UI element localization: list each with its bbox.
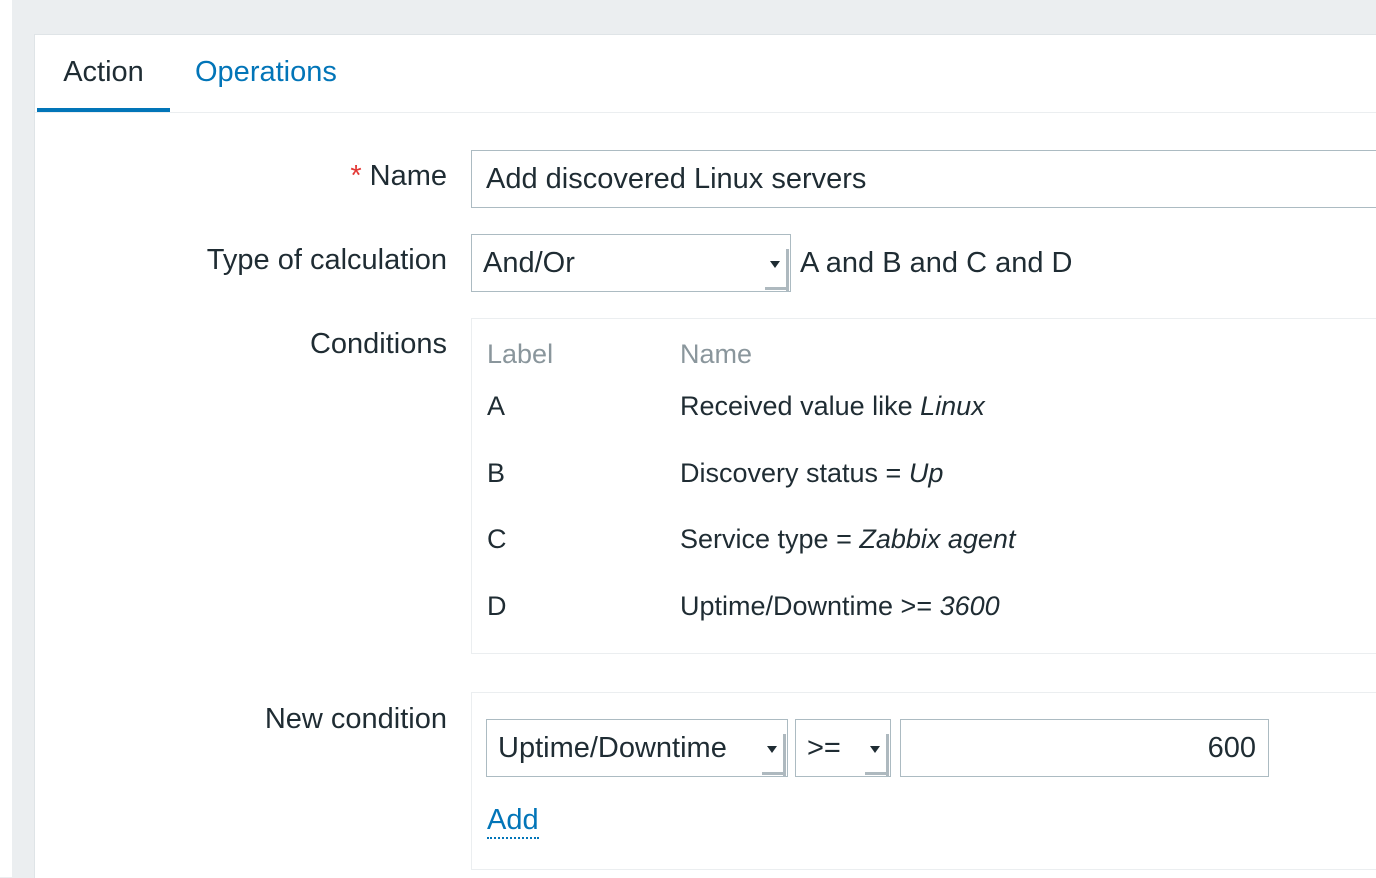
type-of-calculation-label: Type of calculation bbox=[206, 244, 447, 276]
conditions-label: Conditions bbox=[309, 328, 447, 360]
select-shadow bbox=[783, 734, 786, 776]
condition-name-text: Received value like bbox=[680, 391, 921, 421]
chevron-down-icon bbox=[770, 261, 780, 268]
name-label-text: Name bbox=[369, 160, 447, 192]
calculation-type-select[interactable]: And/Or bbox=[471, 234, 791, 292]
select-shadow bbox=[762, 772, 786, 775]
condition-label: B bbox=[487, 458, 506, 488]
condition-name: Uptime/Downtime >= 3600 bbox=[680, 591, 1000, 622]
page-left-edge bbox=[0, 0, 12, 877]
tab-action[interactable]: Action bbox=[37, 35, 170, 112]
condition-name-text: Discovery status = bbox=[680, 458, 909, 488]
condition-type-value: Uptime/Downtime bbox=[498, 732, 727, 764]
condition-value: 3600 bbox=[939, 591, 1000, 621]
select-shadow bbox=[865, 772, 889, 775]
operator-select[interactable]: >= bbox=[795, 719, 891, 777]
condition-name-text: Uptime/Downtime >= bbox=[680, 591, 940, 621]
condition-value: Zabbix agent bbox=[859, 524, 1016, 554]
chevron-down-icon bbox=[767, 746, 777, 753]
condition-type-select[interactable]: Uptime/Downtime bbox=[486, 719, 788, 777]
chevron-down-icon bbox=[870, 746, 880, 753]
name-label: * Name bbox=[350, 160, 447, 193]
condition-name: Discovery status = Up bbox=[680, 458, 943, 489]
condition-label: C bbox=[487, 524, 507, 554]
select-shadow bbox=[886, 734, 889, 776]
required-marker: * bbox=[350, 160, 362, 192]
condition-label: D bbox=[487, 591, 507, 621]
action-form-panel: Action Operations *Name Type of calculat… bbox=[34, 34, 1376, 878]
column-header-name: Name bbox=[680, 339, 753, 369]
operator-value: >= bbox=[807, 732, 841, 764]
column-header-label: Label bbox=[487, 339, 554, 369]
tab-bar: Action Operations bbox=[35, 35, 1376, 113]
condition-name: Service type = Zabbix agent bbox=[680, 524, 1015, 555]
tab-operations[interactable]: Operations bbox=[195, 35, 337, 112]
condition-value: Up bbox=[908, 458, 944, 488]
name-input[interactable] bbox=[471, 150, 1376, 208]
condition-label: A bbox=[487, 391, 506, 421]
condition-name-text: Service type = bbox=[680, 524, 860, 554]
condition-value: Linux bbox=[920, 391, 985, 421]
add-condition-link[interactable]: Add bbox=[487, 803, 539, 839]
select-shadow bbox=[786, 249, 789, 291]
conditions-table: Label Name A Received value like Linux B… bbox=[471, 318, 1376, 654]
condition-name: Received value like Linux bbox=[680, 391, 985, 422]
calculation-type-value: And/Or bbox=[483, 247, 575, 279]
new-condition-label: New condition bbox=[264, 703, 447, 735]
calculation-expression: A and B and C and D bbox=[800, 247, 1073, 279]
select-shadow bbox=[765, 287, 789, 290]
condition-value-input[interactable]: 600 bbox=[900, 719, 1269, 777]
